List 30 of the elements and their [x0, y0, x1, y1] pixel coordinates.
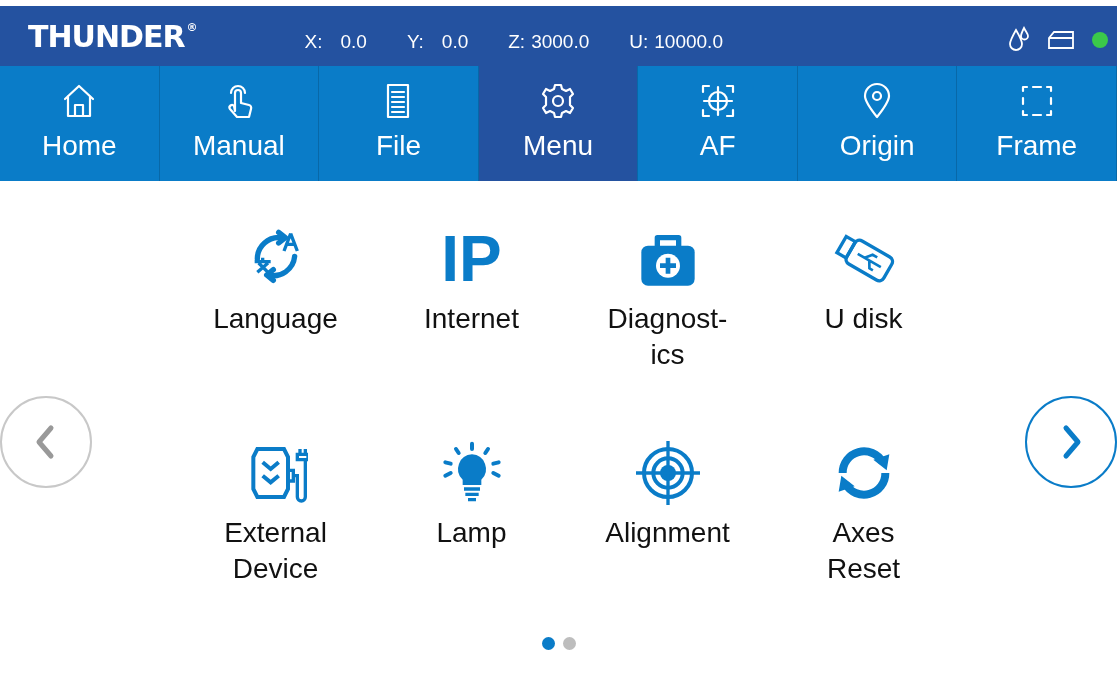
coordinate-value: 0.0 [441, 30, 469, 54]
tab[interactable]: Menu [478, 66, 639, 181]
tab[interactable]: Manual [159, 66, 320, 181]
target-icon [635, 441, 700, 505]
coordinate-value: 0.0 [340, 30, 367, 54]
tab[interactable]: Origin [797, 66, 958, 181]
menu-item[interactable]: IP Internet [373, 227, 570, 427]
menu-item[interactable]: Lamp [373, 441, 570, 641]
menu-item[interactable]: External Device [177, 441, 374, 641]
tab[interactable]: File [319, 66, 479, 181]
coordinate-label: Z: [508, 30, 526, 54]
tab[interactable]: Home [0, 66, 160, 181]
logo: THUNDER® [28, 22, 197, 52]
coordinate-label: Y: [406, 30, 424, 54]
menu-item[interactable]: U disk [765, 227, 962, 427]
menu-item[interactable]: Axes Reset [765, 441, 962, 641]
coordinate-label: U: [629, 30, 649, 54]
ip-icon: IP [441, 227, 502, 291]
menu-item[interactable]: Diagnost- ics [569, 227, 766, 427]
coordinate-label: X: [304, 30, 323, 54]
menu-item[interactable]: Language [177, 227, 374, 427]
coordinate-value: 3000.0 [531, 30, 590, 54]
coordinate-value: 10000.0 [654, 30, 723, 54]
tab[interactable]: AF [638, 66, 798, 181]
drops-icon [1007, 26, 1031, 54]
card-icon [1047, 30, 1075, 50]
status-dot-icon [1091, 31, 1109, 49]
tab[interactable]: Frame [957, 66, 1117, 181]
page-indicator[interactable] [541, 637, 555, 650]
menu-item[interactable]: Alignment [569, 441, 766, 641]
